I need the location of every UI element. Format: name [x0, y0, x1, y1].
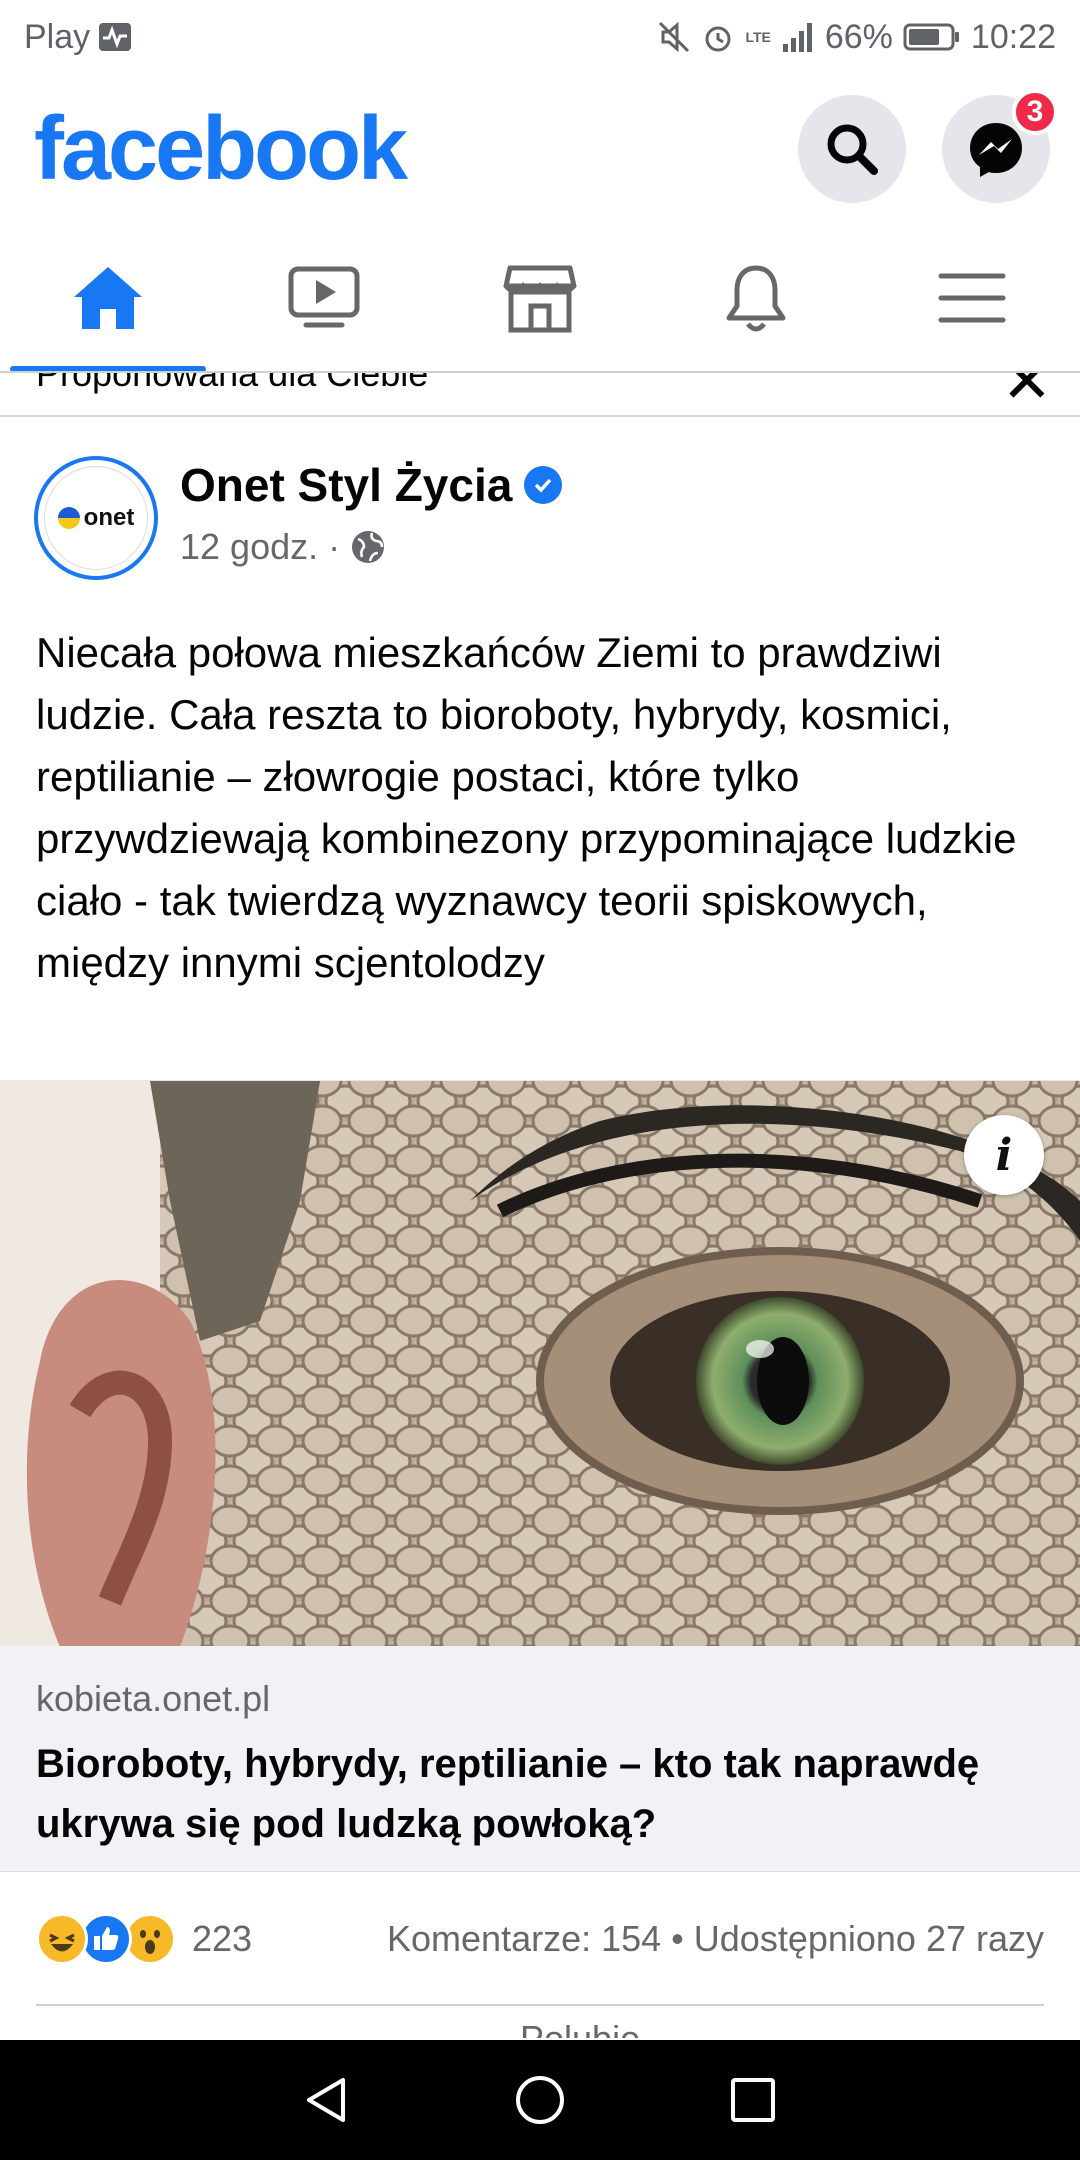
search-icon	[827, 124, 878, 175]
video-icon	[288, 266, 360, 328]
close-icon[interactable]: ✕	[1002, 373, 1052, 415]
haha-reaction-icon	[36, 1913, 88, 1965]
signal-icon	[782, 23, 812, 52]
post-image[interactable]: i	[0, 1080, 1080, 1646]
reptile-eye-image	[0, 1081, 1080, 1646]
activity-icon	[99, 23, 132, 51]
tab-bar	[0, 224, 1080, 372]
tab-marketplace[interactable]	[432, 224, 648, 372]
store-icon	[503, 265, 577, 333]
reactions-summary[interactable]: 223	[36, 1913, 252, 1965]
link-title: Bioroboty, hybrydy, reptilianie – kto ta…	[36, 1742, 980, 1846]
onet-logo-icon	[57, 507, 80, 529]
app-header: facebook 3	[0, 74, 1080, 224]
page-avatar[interactable]: onet	[34, 456, 158, 580]
reactions-row: 223 Komentarze: 154 • Udostępniono 27 ra…	[0, 1880, 1080, 1998]
info-button[interactable]: i	[964, 1115, 1044, 1195]
status-bar: Play LTE 66% 10:22	[0, 0, 1080, 74]
facebook-logo[interactable]: facebook	[34, 98, 408, 201]
recents-icon[interactable]	[725, 2072, 781, 2128]
status-right: LTE 66% 10:22	[657, 18, 1056, 57]
comments-shares[interactable]: Komentarze: 154 • Udostępniono 27 razy	[387, 1918, 1044, 1960]
battery-label: 66%	[824, 17, 893, 56]
battery-icon	[903, 23, 959, 51]
meta-separator: ·	[328, 526, 341, 567]
alarm-icon	[705, 26, 731, 52]
carrier-label: Play	[24, 17, 91, 56]
tab-notifications[interactable]	[648, 224, 864, 372]
home-button-icon[interactable]	[512, 2072, 568, 2128]
row-divider	[36, 2004, 1044, 2006]
avatar-logo: onet	[44, 466, 148, 570]
page-name[interactable]: Onet Styl Życia	[180, 458, 563, 512]
post-time[interactable]: 12 godz.	[180, 526, 318, 568]
messenger-button[interactable]: 3	[942, 89, 1058, 203]
globe-icon	[352, 531, 385, 563]
post-text: Niecała połowa mieszkańców Ziemi to praw…	[36, 629, 1017, 986]
back-icon[interactable]	[299, 2072, 355, 2128]
network-label: LTE	[745, 29, 771, 45]
suggested-strip: Proponowana dla Ciebie ✕	[0, 373, 1080, 417]
messenger-badge: 3	[1012, 89, 1058, 135]
post-meta: 12 godz. ·	[180, 526, 386, 568]
suggested-label: Proponowana dla Ciebie	[36, 373, 429, 394]
header-actions: 3	[798, 89, 1058, 203]
post-header: onet Onet Styl Życia 12 godz. ·	[0, 440, 1080, 590]
like-action-peek[interactable]: Polubię	[520, 2018, 640, 2038]
tab-home[interactable]	[0, 224, 216, 372]
verified-badge-icon	[524, 466, 563, 504]
status-left: Play	[24, 18, 132, 57]
avatar-text: onet	[83, 504, 135, 531]
reaction-count: 223	[192, 1918, 253, 1959]
bell-icon	[726, 265, 786, 332]
tab-menu[interactable]	[864, 224, 1080, 372]
system-nav-bar	[0, 2040, 1080, 2160]
page-name-label: Onet Styl Życia	[180, 459, 513, 511]
search-button[interactable]	[798, 95, 906, 203]
clock: 10:22	[970, 17, 1056, 56]
tab-watch[interactable]	[216, 224, 432, 372]
menu-icon	[938, 273, 1006, 323]
home-icon	[74, 267, 142, 329]
link-domain: kobieta.onet.pl	[36, 1678, 271, 1719]
mute-icon	[659, 21, 690, 53]
link-preview[interactable]: kobieta.onet.pl Bioroboty, hybrydy, rept…	[0, 1646, 1080, 1872]
